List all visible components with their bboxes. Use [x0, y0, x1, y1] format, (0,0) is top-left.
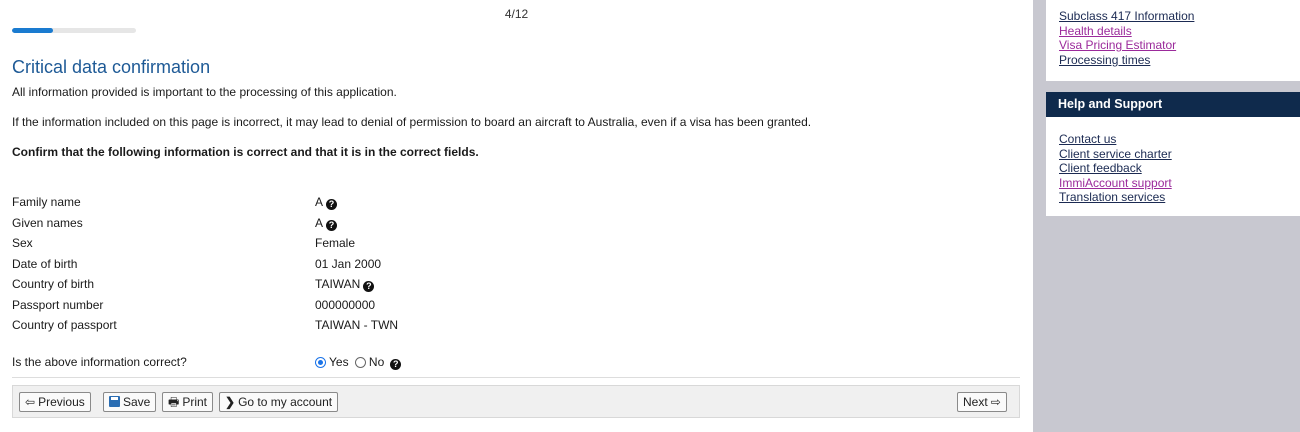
field-label: Date of birth	[12, 257, 78, 271]
progress-bar	[12, 28, 136, 33]
warning-text: If the information included on this page…	[12, 115, 812, 129]
radio-yes[interactable]	[315, 357, 326, 368]
radio-no[interactable]	[354, 357, 366, 368]
save-button-label: Save	[123, 395, 151, 409]
field-value: A	[315, 216, 324, 230]
previous-button-label: Previous	[38, 395, 85, 409]
radio-no-label[interactable]: No	[369, 355, 384, 369]
sidebar-link-health-details[interactable]: Health details	[1059, 24, 1300, 39]
go-to-account-button[interactable]: ❯ Go to my account	[219, 392, 339, 412]
chevron-right-icon: ❯	[225, 395, 236, 409]
field-label: Country of passport	[12, 318, 117, 332]
help-link-client-feedback[interactable]: Client feedback	[1059, 161, 1300, 176]
next-button[interactable]: Next ⇨	[957, 392, 1007, 412]
printer-icon: 🖶	[168, 395, 180, 409]
arrow-left-outline-icon: ⇦	[25, 395, 36, 409]
field-value: TAIWAN	[315, 277, 361, 291]
help-support-panel: Help and Support Contact us Client servi…	[1046, 92, 1300, 216]
related-links-panel: Subclass 417 Information Health details …	[1046, 0, 1300, 81]
help-link-immiaccount-support[interactable]: ImmiAccount support	[1059, 176, 1300, 191]
divider	[12, 377, 1020, 378]
field-value: TAIWAN - TWN	[315, 318, 399, 332]
field-value: 01 Jan 2000	[315, 257, 382, 271]
field-label: Passport number	[12, 298, 104, 312]
radio-yes-label[interactable]: Yes	[329, 355, 349, 369]
button-bar: ⇦ Previous Save 🖶 Print ❯ Go to my account …	[12, 385, 1020, 418]
page-title: Critical data confirmation	[12, 57, 211, 77]
question-circle-icon[interactable]: ?	[326, 199, 338, 210]
question-label: Is the above information correct?	[12, 355, 187, 369]
next-button-label: Next	[963, 395, 988, 409]
question-circle-icon[interactable]: ?	[390, 359, 402, 370]
help-support-heading: Help and Support	[1046, 92, 1300, 117]
instruction-text: Confirm that the following information i…	[12, 145, 479, 159]
field-label: Country of birth	[12, 277, 95, 291]
arrow-right-outline-icon: ⇨	[990, 395, 1001, 409]
question-circle-icon[interactable]: ?	[363, 281, 375, 292]
progress-bar-fill	[12, 28, 54, 33]
print-button[interactable]: 🖶 Print	[162, 392, 214, 412]
save-button[interactable]: Save	[103, 392, 157, 412]
help-link-client-service-charter[interactable]: Client service charter	[1059, 147, 1300, 162]
field-value: 000000000	[315, 298, 376, 312]
field-value: A	[315, 195, 324, 209]
sidebar-link-subclass-417[interactable]: Subclass 417 Information	[1059, 9, 1300, 24]
intro-text: All information provided is important to…	[12, 85, 397, 99]
sidebar-link-processing-times[interactable]: Processing times	[1059, 53, 1300, 68]
field-label: Sex	[12, 236, 33, 250]
question-circle-icon[interactable]: ?	[326, 220, 338, 231]
help-link-contact-us[interactable]: Contact us	[1059, 132, 1300, 147]
previous-button[interactable]: ⇦ Previous	[19, 392, 91, 412]
field-label: Family name	[12, 195, 81, 209]
help-link-translation-services[interactable]: Translation services	[1059, 190, 1300, 205]
sidebar-link-pricing-estimator[interactable]: Visa Pricing Estimator	[1059, 38, 1300, 53]
print-button-label: Print	[182, 395, 208, 409]
field-label: Given names	[12, 216, 83, 230]
floppy-disk-icon	[109, 396, 120, 407]
go-to-account-button-label: Go to my account	[238, 395, 333, 409]
field-value: Female	[315, 236, 356, 250]
step-counter: 4/12	[504, 7, 529, 21]
